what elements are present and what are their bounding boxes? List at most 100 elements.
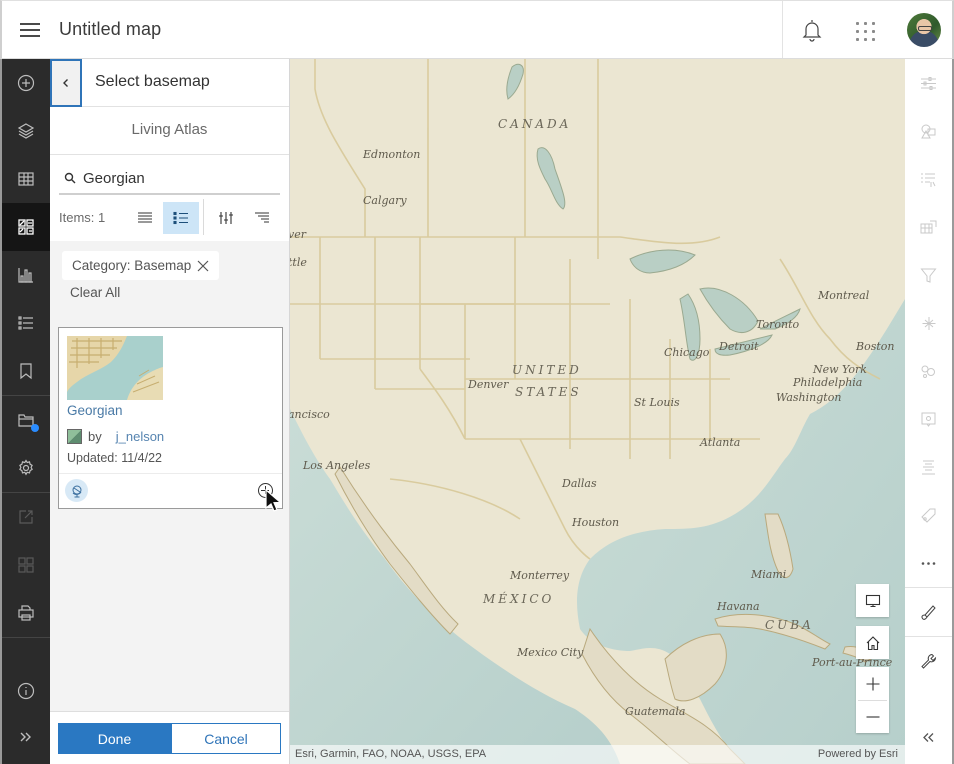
- map-title[interactable]: Untitled map: [59, 19, 161, 40]
- collapse-chevrons-icon: [923, 732, 934, 742]
- fields-icon: [921, 173, 936, 187]
- app-launcher-icon[interactable]: [856, 22, 876, 41]
- compact-list-view-button[interactable]: [127, 202, 163, 234]
- clear-all-link[interactable]: Clear All: [70, 285, 120, 300]
- charts-button[interactable]: [2, 251, 50, 299]
- search-area: Georgian Items: 1: [50, 155, 289, 241]
- effects-button[interactable]: [905, 299, 952, 347]
- basemap-thumbnail[interactable]: [67, 336, 163, 400]
- attribution-text[interactable]: Esri, Garmin, FAO, NOAA, USGS, EPA: [295, 748, 486, 760]
- labels-button[interactable]: [905, 443, 952, 491]
- layers-button[interactable]: [2, 107, 50, 155]
- map-label-united: UNITED: [512, 363, 582, 377]
- filter-button[interactable]: [208, 202, 244, 234]
- bookmarks-button[interactable]: [2, 347, 50, 395]
- home-button[interactable]: [856, 626, 889, 659]
- collapse-toolbar-button[interactable]: [905, 713, 952, 761]
- back-button[interactable]: [50, 59, 82, 107]
- table-config-icon: [920, 220, 937, 233]
- home-icon: [866, 635, 879, 650]
- header-actions: [782, 1, 952, 58]
- map-label-states: STATES: [515, 385, 582, 399]
- map-label-toronto: Toronto: [756, 318, 800, 331]
- cancel-button[interactable]: Cancel: [171, 723, 281, 754]
- map-label-edmonton: Edmonton: [363, 148, 421, 161]
- chip-label: Category: Basemap: [72, 258, 192, 273]
- user-avatar[interactable]: [907, 13, 941, 47]
- compact-list-icon: [138, 212, 152, 223]
- sort-button[interactable]: [244, 202, 280, 234]
- items-count: Items: 1: [59, 210, 106, 225]
- toolbar-divider: [2, 637, 50, 638]
- done-button[interactable]: Done: [58, 723, 171, 754]
- close-icon[interactable]: [197, 260, 209, 272]
- chevron-left-icon: [63, 79, 68, 87]
- basemap-button[interactable]: [2, 203, 50, 251]
- map-label-detroit: Detroit: [719, 340, 759, 353]
- map-label-canada: CANADA: [498, 117, 572, 131]
- cluster-button[interactable]: [905, 347, 952, 395]
- source-selector[interactable]: Living Atlas: [50, 107, 289, 155]
- detailed-list-view-button[interactable]: [163, 202, 199, 234]
- map-label-vancouver: ver: [290, 228, 306, 241]
- table-icon: [18, 172, 34, 186]
- map-label-st-louis: St Louis: [634, 396, 680, 409]
- legend-button[interactable]: [2, 299, 50, 347]
- map-view[interactable]: CANADA Edmonton Calgary ver ttle Montrea…: [290, 59, 905, 764]
- search-input[interactable]: Georgian: [59, 163, 280, 195]
- owner-row: by j_nelson: [67, 429, 164, 444]
- result-title[interactable]: Georgian: [67, 403, 123, 418]
- fields-button[interactable]: [905, 155, 952, 203]
- notification-bell-icon[interactable]: [801, 18, 823, 42]
- map-label-mexico-city: Mexico City: [517, 646, 584, 659]
- printer-icon: [18, 605, 34, 621]
- app-grid-icon: [18, 557, 34, 573]
- panel-header: Select basemap: [50, 59, 289, 107]
- filter-layer-button[interactable]: [905, 251, 952, 299]
- hamburger-menu-icon[interactable]: [20, 21, 40, 39]
- owner-link[interactable]: j_nelson: [116, 429, 164, 444]
- tags-button[interactable]: [905, 491, 952, 539]
- table-config-button[interactable]: [905, 203, 952, 251]
- fullscreen-button[interactable]: [856, 584, 889, 617]
- tools-button[interactable]: [905, 637, 952, 685]
- zoom-out-button[interactable]: [856, 700, 889, 733]
- basemap-panel: Select basemap Living Atlas Georgian Ite…: [50, 59, 290, 764]
- search-icon: [64, 172, 76, 184]
- zoom-in-button[interactable]: [856, 667, 889, 700]
- powered-by-esri[interactable]: Powered by Esri: [818, 748, 898, 760]
- add-button[interactable]: [2, 59, 50, 107]
- sort-icon: [255, 212, 269, 223]
- create-app-button[interactable]: [2, 541, 50, 589]
- map-label-montreal: Montreal: [818, 289, 870, 302]
- bulleted-list-icon: [173, 211, 188, 225]
- bar-chart-icon: [18, 268, 33, 283]
- print-button[interactable]: [2, 589, 50, 637]
- app-header: Untitled map: [0, 0, 954, 59]
- styles-button[interactable]: [905, 107, 952, 155]
- layers-icon: [17, 123, 35, 139]
- info-button[interactable]: [2, 667, 50, 715]
- map-label-monterrey: Monterrey: [510, 569, 570, 582]
- share-button[interactable]: [2, 493, 50, 541]
- properties-button[interactable]: [905, 59, 952, 107]
- sparkle-icon: [922, 316, 936, 330]
- settings-button[interactable]: [2, 444, 50, 492]
- map-label-denver: Denver: [468, 378, 509, 391]
- map-label-washington: Washington: [776, 391, 842, 404]
- tables-button[interactable]: [2, 155, 50, 203]
- owner-thumbnail-icon: [67, 429, 82, 444]
- filter-sliders-icon: [219, 212, 233, 224]
- result-card[interactable]: Georgian by j_nelson Updated: 11/4/22: [58, 327, 283, 512]
- save-button[interactable]: [2, 396, 50, 444]
- map-label-houston: Houston: [572, 516, 620, 529]
- popup-icon: [921, 412, 936, 427]
- sketch-button[interactable]: [905, 588, 952, 636]
- toolbar-divider: [203, 199, 204, 235]
- map-label-guatemala: Guatemala: [625, 705, 686, 718]
- search-value: Georgian: [83, 169, 145, 187]
- basemap-type-button[interactable]: [65, 479, 88, 502]
- more-button[interactable]: [905, 539, 952, 587]
- expand-toolbar-button[interactable]: [2, 713, 50, 761]
- popups-button[interactable]: [905, 395, 952, 443]
